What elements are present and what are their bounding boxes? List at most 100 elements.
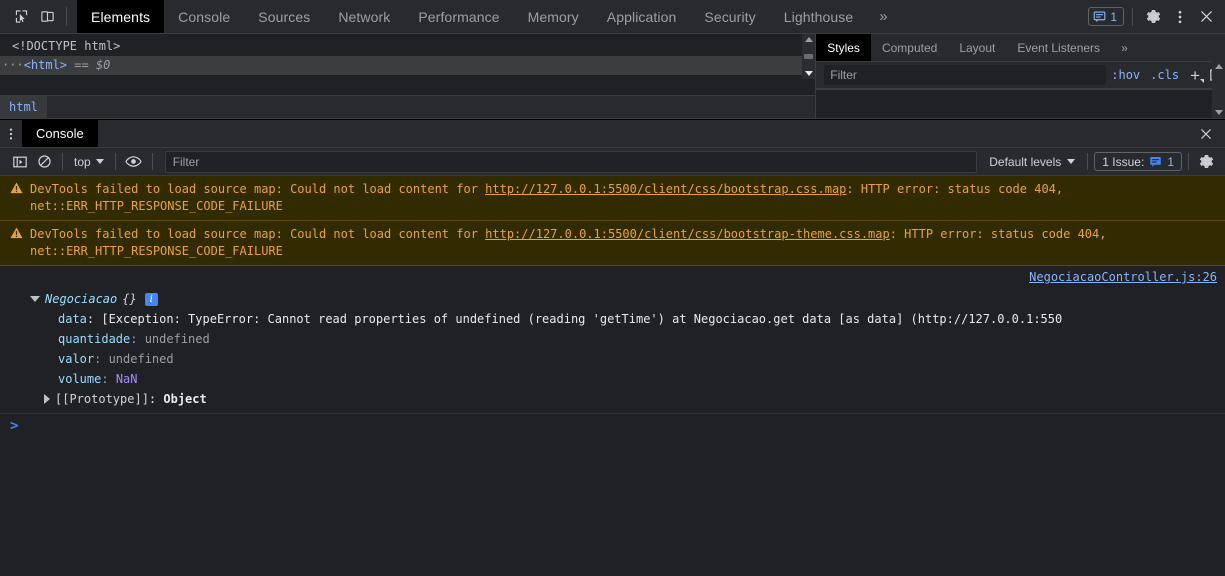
- dom-row-doctype[interactable]: <!DOCTYPE html>: [0, 37, 815, 56]
- message-count: 1: [1110, 9, 1117, 24]
- object-header-row[interactable]: Negociacao {} i: [0, 289, 1225, 309]
- console-filter-input[interactable]: [164, 150, 978, 173]
- property-name: quantidade: [58, 332, 131, 346]
- object-property-row[interactable]: valor: undefined: [0, 349, 1225, 369]
- console-sidebar-icon[interactable]: [8, 151, 32, 173]
- tab-sources[interactable]: Sources: [244, 0, 324, 33]
- live-expression-eye-icon[interactable]: [122, 151, 146, 173]
- breadcrumb: html: [0, 95, 816, 118]
- close-icon[interactable]: [1193, 4, 1219, 30]
- hov-button[interactable]: :hov: [1106, 68, 1145, 82]
- console-warning-message[interactable]: DevTools failed to load source map: Coul…: [0, 221, 1225, 266]
- dom-tree-area: <!DOCTYPE html> ···<html> == $0 html: [0, 34, 817, 118]
- prototype-name: [[Prototype]]: [55, 392, 149, 406]
- dom-tree-scrollbar[interactable]: [802, 34, 816, 79]
- tab-security[interactable]: Security: [690, 0, 769, 33]
- tab-layout[interactable]: Layout: [948, 34, 1006, 61]
- collapse-triangle-icon[interactable]: [44, 394, 50, 404]
- prompt-chevron-icon: >: [10, 418, 19, 434]
- property-value: undefined: [108, 352, 174, 366]
- issues-badge[interactable]: 1 Issue: 1: [1094, 152, 1182, 171]
- chevron-down-icon: [1067, 159, 1076, 164]
- console-toolbar-divider-5: [1188, 153, 1189, 170]
- gear-icon[interactable]: [1141, 4, 1167, 30]
- log-levels-selector[interactable]: Default levels: [983, 155, 1081, 169]
- styles-scrollbar[interactable]: [1212, 61, 1225, 118]
- object-property-row[interactable]: quantidade: undefined: [0, 329, 1225, 349]
- console-warning-message[interactable]: DevTools failed to load source map: Coul…: [0, 176, 1225, 221]
- issues-count: 1: [1167, 154, 1174, 169]
- tab-styles[interactable]: Styles: [816, 34, 871, 61]
- log-levels-label: Default levels: [989, 154, 1062, 169]
- dom-ellipsis: ···: [2, 58, 24, 72]
- toolbar-left-icons: [0, 0, 77, 33]
- warning-url-link[interactable]: http://127.0.0.1:5500/client/css/bootstr…: [485, 182, 846, 196]
- console-drawer: Console top Filter Default levels 1 Issu…: [0, 119, 1225, 576]
- chevron-down-icon: [1200, 78, 1204, 83]
- styles-filter-input[interactable]: [824, 65, 1107, 85]
- property-value: [Exception: TypeError: Cannot read prope…: [101, 312, 1063, 326]
- console-toolbar-divider-4: [1087, 153, 1089, 170]
- tab-network[interactable]: Network: [324, 0, 404, 33]
- panel-tabs: Elements Console Sources Network Perform…: [77, 0, 900, 33]
- scrollbar-thumb[interactable]: [804, 54, 814, 59]
- tab-elements[interactable]: Elements: [77, 0, 165, 33]
- styles-rules-body[interactable]: [816, 89, 1225, 118]
- property-name: valor: [58, 352, 95, 366]
- warning-url-link[interactable]: http://127.0.0.1:5500/client/css/bootstr…: [485, 227, 890, 241]
- device-toolbar-icon[interactable]: [34, 4, 60, 30]
- property-value: NaN: [115, 372, 138, 386]
- console-settings-gear-icon[interactable]: [1195, 151, 1219, 173]
- execution-context-selector[interactable]: top: [69, 151, 109, 172]
- toolbar-right-actions: 1: [1088, 0, 1225, 33]
- expand-triangle-icon[interactable]: [30, 296, 40, 302]
- tab-event-listeners[interactable]: Event Listeners: [1006, 34, 1111, 61]
- selected-node-marker: == $0: [74, 58, 111, 72]
- cls-button[interactable]: .cls: [1145, 68, 1184, 82]
- styles-scroll-up-icon[interactable]: [1214, 64, 1223, 69]
- styles-more-tabs-icon[interactable]: »: [1111, 34, 1138, 61]
- styles-sidebar-tabs: Styles Computed Layout Event Listeners »: [816, 34, 1225, 62]
- info-badge-icon[interactable]: i: [144, 292, 158, 306]
- object-property-row[interactable]: data: [Exception: TypeError: Cannot read…: [0, 309, 1225, 329]
- prototype-value: Object: [163, 392, 207, 406]
- inspect-cursor-icon[interactable]: [8, 4, 34, 30]
- tab-lighthouse[interactable]: Lighthouse: [770, 0, 868, 33]
- console-prompt-row[interactable]: >: [0, 414, 1225, 440]
- message-icon: [1093, 11, 1106, 22]
- scroll-up-arrow-icon[interactable]: [804, 37, 813, 42]
- drawer-close-icon[interactable]: [1187, 120, 1225, 147]
- dom-row-html[interactable]: ···<html> == $0: [0, 56, 816, 75]
- tab-memory[interactable]: Memory: [514, 0, 593, 33]
- property-value: undefined: [144, 332, 210, 346]
- html-tag-text: <html>: [23, 58, 68, 72]
- drawer-tab-console[interactable]: Console: [22, 120, 98, 147]
- more-tabs-icon[interactable]: »: [867, 0, 899, 33]
- chevron-down-icon: [95, 159, 104, 164]
- property-name: volume: [58, 372, 102, 386]
- source-link[interactable]: NegociacaoController.js:26: [1029, 270, 1217, 284]
- breadcrumb-item-html[interactable]: html: [0, 96, 47, 118]
- warning-prefix: DevTools failed to load source map: Coul…: [30, 227, 486, 241]
- clear-console-icon[interactable]: [32, 151, 56, 173]
- console-object-message[interactable]: Negociacao {} i data: [Exception: TypeEr…: [0, 287, 1225, 414]
- object-property-row[interactable]: volume: NaN: [0, 369, 1225, 389]
- drawer-tab-bar: Console: [0, 120, 1225, 148]
- tab-application[interactable]: Application: [593, 0, 691, 33]
- drawer-kebab-menu-icon[interactable]: [0, 120, 22, 147]
- object-prototype-row[interactable]: [[Prototype]]: Object: [0, 389, 1225, 409]
- toolbar-divider: [66, 7, 67, 26]
- tab-performance[interactable]: Performance: [404, 0, 513, 33]
- new-style-rule-button[interactable]: +: [1184, 67, 1204, 84]
- console-message-list[interactable]: DevTools failed to load source map: Coul…: [0, 176, 1225, 576]
- scroll-down-arrow-icon[interactable]: [804, 71, 813, 76]
- message-count-badge[interactable]: 1: [1088, 7, 1124, 26]
- kebab-menu-icon[interactable]: [1167, 4, 1193, 30]
- tab-console[interactable]: Console: [164, 0, 244, 33]
- warning-text: DevTools failed to load source map: Coul…: [30, 181, 1217, 215]
- tab-computed[interactable]: Computed: [871, 34, 948, 61]
- toolbar-divider-right: [1132, 7, 1133, 26]
- console-toolbar: top Default levels 1 Issue:: [0, 148, 1225, 176]
- styles-scroll-down-icon[interactable]: [1214, 110, 1223, 115]
- dom-tree[interactable]: <!DOCTYPE html> ···<html> == $0: [0, 34, 816, 95]
